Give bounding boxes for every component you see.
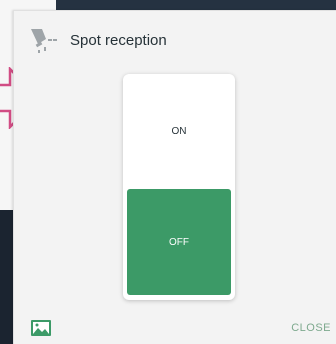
image-icon[interactable]: [30, 319, 52, 337]
spot-reception-dialog: Spot reception ON OFF CLOSE: [13, 10, 336, 344]
on-off-switch[interactable]: ON OFF: [123, 74, 235, 300]
switch-on-button[interactable]: ON: [127, 78, 231, 185]
dialog-header: Spot reception: [28, 26, 167, 54]
spotlight-icon: [31, 29, 57, 53]
switch-off-button[interactable]: OFF: [127, 189, 231, 295]
screen: Spot reception ON OFF CLOSE: [0, 0, 336, 344]
dialog-title: Spot reception: [70, 31, 167, 49]
background-strip: [56, 0, 336, 10]
close-button[interactable]: CLOSE: [291, 320, 331, 336]
